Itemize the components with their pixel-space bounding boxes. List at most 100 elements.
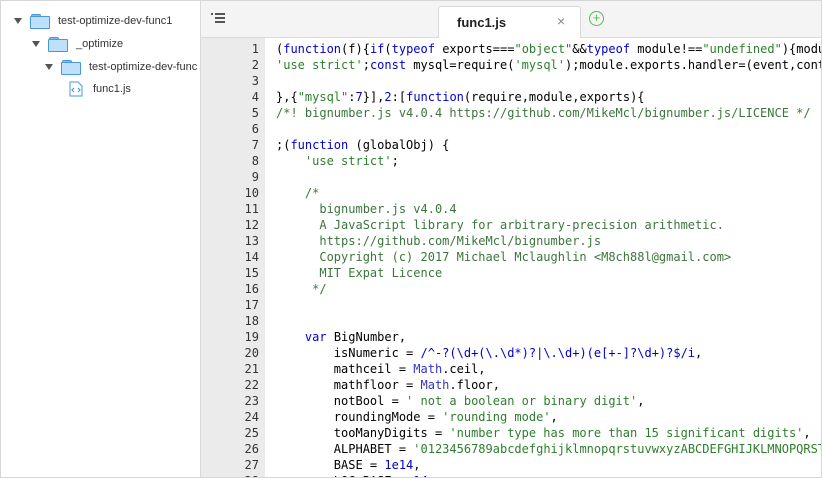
line-number: 2 (251, 58, 259, 72)
code-token: , (413, 458, 421, 472)
code-token: tooManyDigits = (276, 426, 450, 440)
code-token: 14 (413, 474, 427, 477)
close-tab-icon[interactable]: × (557, 13, 565, 29)
code-line[interactable]: /* (276, 185, 319, 201)
code-token: function (290, 138, 349, 152)
js-file-icon (69, 81, 83, 97)
code-line[interactable]: BASE = 1e14, (276, 457, 421, 473)
code-token: ALPHABET = (276, 442, 414, 456)
code-token: },{ (276, 90, 298, 104)
code-token: var (304, 330, 327, 344)
line-number: 22 (244, 378, 259, 392)
add-tab-icon[interactable]: + (589, 11, 604, 26)
code-line[interactable]: /*! bignumber.js v4.0.4 https://github.c… (276, 105, 811, 121)
line-number: 20 (244, 346, 259, 360)
code-line[interactable]: notBool = ' not a boolean or binary digi… (276, 393, 645, 409)
code-token: : (348, 90, 356, 104)
code-token: "undefined" (702, 42, 782, 56)
code-line[interactable]: },{"mysql":7}],2:[function(require,modul… (276, 89, 645, 105)
tree-folder-root[interactable]: test-optimize-dev-func1 (14, 10, 172, 32)
code-token: MIT Expat Licence (276, 266, 443, 280)
line-number: 27 (244, 458, 259, 472)
code-line[interactable]: tooManyDigits = 'number type has more th… (276, 425, 811, 441)
code-line[interactable]: MIT Expat Licence (276, 265, 442, 281)
tree-item-label: _optimize (76, 38, 124, 50)
code-token: LOG_BASE = (276, 474, 413, 477)
tab-title: func1.js (457, 15, 507, 30)
code-line[interactable]: ALPHABET = '0123456789abcdefghijklmnopqr… (276, 441, 821, 457)
line-number: 28 (201, 473, 259, 477)
code-token: typeof (586, 42, 631, 56)
code-line[interactable]: var BigNumber, (276, 329, 406, 345)
code-line[interactable]: ;(function (globalObj) { (276, 137, 449, 153)
code-token: 7 (355, 90, 363, 104)
code-token: ' not a boolean or binary digit' (406, 394, 638, 408)
tree-folder-func[interactable]: test-optimize-dev-func (45, 56, 197, 78)
code-token: function (283, 42, 342, 56)
line-number: 26 (244, 442, 259, 456)
code-line[interactable]: https://github.com/MikeMcl/bignumber.js (276, 233, 601, 249)
code-token: , (803, 426, 811, 440)
tree-item-label: test-optimize-dev-func (89, 61, 198, 73)
code-token: (globalObj) { (348, 138, 450, 152)
expand-caret-icon[interactable] (14, 18, 22, 24)
code-token: , (550, 410, 558, 424)
code-line[interactable]: isNumeric = /^-?(\d+(\.\d*)?|\.\d+)(e[+-… (276, 345, 702, 361)
code-token: 'use strict' (276, 58, 363, 72)
line-number: 5 (251, 106, 259, 120)
tree-file-func1[interactable]: func1.js (69, 78, 131, 100)
code-line[interactable]: */ (276, 281, 326, 297)
code-token: 'number type has more than 15 significan… (449, 426, 804, 440)
code-token: .ceil, (442, 362, 486, 376)
line-number: 10 (244, 186, 259, 200)
line-number: 13 (244, 234, 259, 248)
tree-item-label: func1.js (93, 83, 131, 95)
code-line[interactable]: (function(f){if(typeof exports==="object… (276, 41, 821, 57)
code-token: , (637, 394, 645, 408)
code-token: ( (384, 42, 392, 56)
code-editor[interactable]: 1 2 3 4 5 6 7 8 9 10 11 12 13 14 15 16 17 18 19 20 21 22 23 24 2… (201, 38, 821, 477)
code-token: /*! bignumber.js v4.0.4 https://github.c… (276, 106, 811, 120)
code-token: && (572, 42, 587, 56)
code-token: isNumeric = (276, 346, 421, 360)
code-line[interactable]: roundingMode = 'rounding mode', (276, 409, 558, 425)
line-number: 7 (251, 138, 259, 152)
tree-folder-optimize[interactable]: _optimize (32, 33, 123, 55)
code-token: function (406, 90, 464, 104)
line-number: 3 (251, 74, 259, 88)
app-frame: test-optimize-dev-func1 _optimize test-o… (0, 0, 822, 478)
line-number: 9 (251, 170, 259, 184)
code-line[interactable]: 'use strict'; (276, 153, 399, 169)
expand-caret-icon[interactable] (32, 41, 40, 47)
line-number: 1 (251, 42, 259, 56)
line-number: 23 (244, 394, 259, 408)
code-token: "object" (514, 42, 573, 56)
code-line[interactable]: A JavaScript library for arbitrary-preci… (276, 217, 724, 233)
editor-tab-bar: func1.js × + (201, 1, 821, 38)
line-number: 12 (244, 218, 259, 232)
code-token: (f){ (341, 42, 370, 56)
line-number: 4 (251, 90, 259, 104)
code-token: mathceil = (276, 362, 414, 376)
expand-caret-icon[interactable] (45, 64, 53, 70)
code-line[interactable]: mathceil = Math.ceil, (276, 361, 486, 377)
code-token: const (369, 58, 407, 72)
code-token: , (695, 346, 703, 360)
code-token: /^-?(\d+(\.\d*)?|\.\d+)(e[+-]?\d+)?$/i (420, 346, 696, 360)
code-token: Copyright (c) 2017 Michael Mclaughlin <M… (276, 250, 732, 264)
tab-func1[interactable]: func1.js × (438, 6, 581, 38)
code-line[interactable]: Copyright (c) 2017 Michael Mclaughlin <M… (276, 249, 731, 265)
code-token: 'mysql' (514, 58, 566, 72)
line-number-gutter: 1 2 3 4 5 6 7 8 9 10 11 12 13 14 15 16 17 18 19 20 21 22 23 24 2… (201, 38, 265, 477)
code-line[interactable]: mathfloor = Math.floor, (276, 377, 500, 393)
line-number: 14 (244, 250, 259, 264)
code-token: if (369, 42, 385, 56)
tree-item-label: test-optimize-dev-func1 (58, 15, 173, 27)
code-line[interactable]: bignumber.js v4.0.4 (276, 201, 456, 217)
code-line[interactable]: LOG_BASE = 14, (276, 473, 435, 477)
code-token: 2 (384, 90, 392, 104)
list-menu-icon[interactable] (211, 12, 225, 26)
code-line[interactable]: 'use strict';const mysql=require('mysql'… (276, 57, 821, 73)
